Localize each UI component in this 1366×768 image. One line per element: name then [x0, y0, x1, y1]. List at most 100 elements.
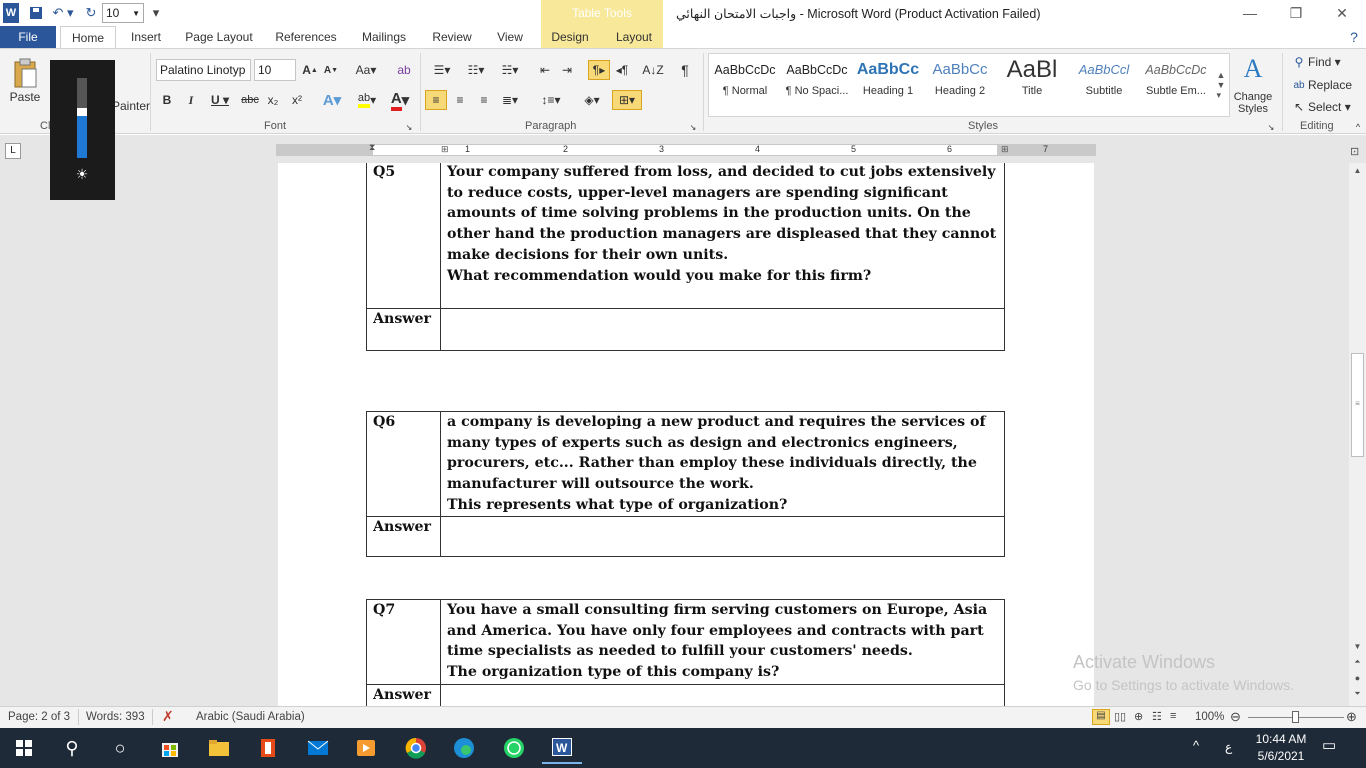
question-text[interactable]: Your company suffered from loss, and dec…: [440, 163, 1005, 309]
scroll-up-icon[interactable]: ▲: [1351, 163, 1364, 179]
style-subtle-emphasis[interactable]: AaBbCcDc Subtle Em...: [1141, 55, 1211, 111]
style-heading-1[interactable]: AaBbCc Heading 1: [853, 55, 923, 111]
tab-view[interactable]: View: [490, 26, 530, 48]
styles-dialog-launcher-icon[interactable]: ↘: [1266, 122, 1276, 132]
word-count[interactable]: Words: 393: [86, 711, 145, 723]
print-layout-icon[interactable]: ▤: [1092, 709, 1110, 725]
mail-icon[interactable]: [298, 732, 338, 764]
font-name-combo[interactable]: Palatino Linotyp: [156, 59, 251, 81]
tab-selector-icon[interactable]: L: [5, 143, 21, 159]
change-case-icon[interactable]: Aa▾: [352, 61, 380, 79]
style-title[interactable]: AaBl Title: [997, 55, 1067, 111]
answer-cell[interactable]: [440, 308, 1005, 351]
paragraph-dialog-launcher-icon[interactable]: ↘: [688, 122, 698, 132]
tab-layout[interactable]: Layout: [605, 26, 663, 48]
help-icon[interactable]: ?: [1344, 26, 1364, 48]
align-center-icon[interactable]: ≡: [450, 91, 470, 109]
web-layout-icon[interactable]: ⊕: [1134, 710, 1143, 723]
text-effects-icon[interactable]: A▾: [318, 91, 346, 109]
save-icon[interactable]: [27, 3, 45, 23]
show-hidden-icons-icon[interactable]: ^: [1193, 738, 1199, 753]
decrease-indent-icon[interactable]: ⇤: [536, 61, 554, 79]
styles-scroll-icon[interactable]: ▲ ▼ ▾: [1214, 55, 1228, 115]
shading-icon[interactable]: ◈▾: [578, 91, 606, 109]
bullets-icon[interactable]: ☰▾: [428, 61, 456, 79]
style-no-spacing[interactable]: AaBbCcDc ¶ No Spaci...: [782, 55, 852, 111]
outline-icon[interactable]: ☷: [1152, 710, 1162, 723]
shrink-font-icon[interactable]: A ▼: [322, 61, 340, 79]
undo-icon[interactable]: ↶ ▾: [49, 3, 77, 23]
indent-marker-icon[interactable]: ⧗: [369, 142, 377, 156]
increase-indent-icon[interactable]: ⇥: [558, 61, 576, 79]
zoom-slider-thumb[interactable]: [1292, 711, 1299, 723]
align-right-icon[interactable]: ≡: [474, 91, 494, 109]
draft-icon[interactable]: ≡: [1170, 710, 1176, 722]
view-ruler-icon[interactable]: ⊡: [1350, 145, 1364, 159]
question-text[interactable]: You have a small consulting firm serving…: [440, 599, 1005, 685]
clock-date[interactable]: 5/6/2021: [1250, 749, 1312, 763]
table-column-marker-icon[interactable]: ⊞: [441, 144, 449, 155]
minimize-button[interactable]: —: [1227, 2, 1273, 24]
previous-page-icon[interactable]: ⏶: [1351, 657, 1364, 671]
qat-font-size-combo[interactable]: 10 ▼: [102, 3, 144, 23]
subscript-icon[interactable]: x₂: [264, 91, 282, 109]
full-screen-reading-icon[interactable]: ▯▯: [1114, 710, 1126, 723]
whatsapp-icon[interactable]: [494, 732, 534, 764]
change-styles-icon[interactable]: A: [1236, 54, 1270, 83]
show-paragraph-marks-icon[interactable]: ¶: [676, 61, 694, 79]
vertical-scrollbar[interactable]: ▲ ≡ ▼ ⏶ ● ⏷: [1349, 163, 1366, 706]
find-button[interactable]: Find ▾: [1308, 54, 1360, 70]
redo-icon[interactable]: ↻: [82, 3, 100, 23]
underline-icon[interactable]: U ▾: [206, 91, 234, 109]
borders-icon[interactable]: ⊞▾: [612, 90, 642, 110]
tab-design[interactable]: Design: [541, 26, 599, 48]
font-color-icon[interactable]: A ▾: [386, 90, 414, 111]
page-indicator[interactable]: Page: 2 of 3: [8, 711, 70, 723]
highlight-icon[interactable]: ab ▾: [352, 91, 382, 109]
multilevel-list-icon[interactable]: ☵▾: [496, 61, 524, 79]
input-language[interactable]: ع: [1225, 740, 1232, 754]
numbering-icon[interactable]: ☷▾: [462, 61, 490, 79]
align-left-icon[interactable]: ≡: [425, 90, 447, 110]
brightness-thumb[interactable]: [77, 108, 87, 116]
chrome-icon[interactable]: [396, 732, 436, 764]
brightness-flyout[interactable]: ☀: [50, 60, 115, 200]
line-spacing-icon[interactable]: ↕≡▾: [538, 91, 564, 109]
style-normal[interactable]: AaBbCcDc ¶ Normal: [710, 55, 780, 111]
style-subtitle[interactable]: AaBbCcl Subtitle: [1069, 55, 1139, 111]
paste-button[interactable]: Paste: [6, 89, 44, 105]
superscript-icon[interactable]: x²: [288, 91, 306, 109]
clear-formatting-icon[interactable]: ab: [394, 61, 414, 79]
ltr-direction-icon[interactable]: ¶▸: [588, 60, 610, 80]
collapse-ribbon-icon[interactable]: ^: [1352, 121, 1364, 133]
file-explorer-icon[interactable]: [199, 732, 239, 764]
grow-font-icon[interactable]: A ▲: [300, 61, 320, 79]
tab-home[interactable]: Home: [60, 26, 116, 49]
customize-qat-icon[interactable]: ▾: [150, 3, 162, 23]
document-page[interactable]: Q5 Your company suffered from loss, and …: [278, 163, 1094, 706]
sort-icon[interactable]: A↓Z: [642, 61, 664, 79]
tab-page-layout[interactable]: Page Layout: [180, 26, 258, 48]
scroll-down-icon[interactable]: ▼: [1351, 639, 1364, 655]
horizontal-ruler[interactable]: ⧗ 1 2 3 4 5 6 7 ⊞ ⊞: [276, 142, 1096, 156]
zoom-level[interactable]: 100%: [1195, 711, 1224, 723]
strikethrough-icon[interactable]: abc: [240, 91, 260, 109]
tab-review[interactable]: Review: [426, 26, 478, 48]
rtl-direction-icon[interactable]: ◂¶: [612, 61, 632, 79]
change-styles-button[interactable]: Change Styles: [1230, 89, 1276, 117]
answer-cell[interactable]: [440, 684, 1005, 706]
browse-object-icon[interactable]: ●: [1351, 673, 1364, 687]
justify-icon[interactable]: ≣▾: [498, 91, 522, 109]
zoom-in-icon[interactable]: ⊕: [1346, 709, 1357, 725]
select-button[interactable]: Select ▾: [1308, 99, 1360, 115]
zoom-out-icon[interactable]: ⊖: [1230, 709, 1241, 725]
task-view-icon[interactable]: ○: [100, 732, 140, 764]
edge-icon[interactable]: [444, 732, 484, 764]
next-page-icon[interactable]: ⏷: [1351, 689, 1364, 703]
font-size-combo[interactable]: 10: [254, 59, 296, 81]
tab-insert[interactable]: Insert: [124, 26, 168, 48]
notifications-icon[interactable]: ▭: [1322, 736, 1336, 754]
language-indicator[interactable]: Arabic (Saudi Arabia): [196, 711, 305, 723]
search-icon[interactable]: ⚲: [52, 732, 92, 764]
media-player-icon[interactable]: [346, 732, 386, 764]
